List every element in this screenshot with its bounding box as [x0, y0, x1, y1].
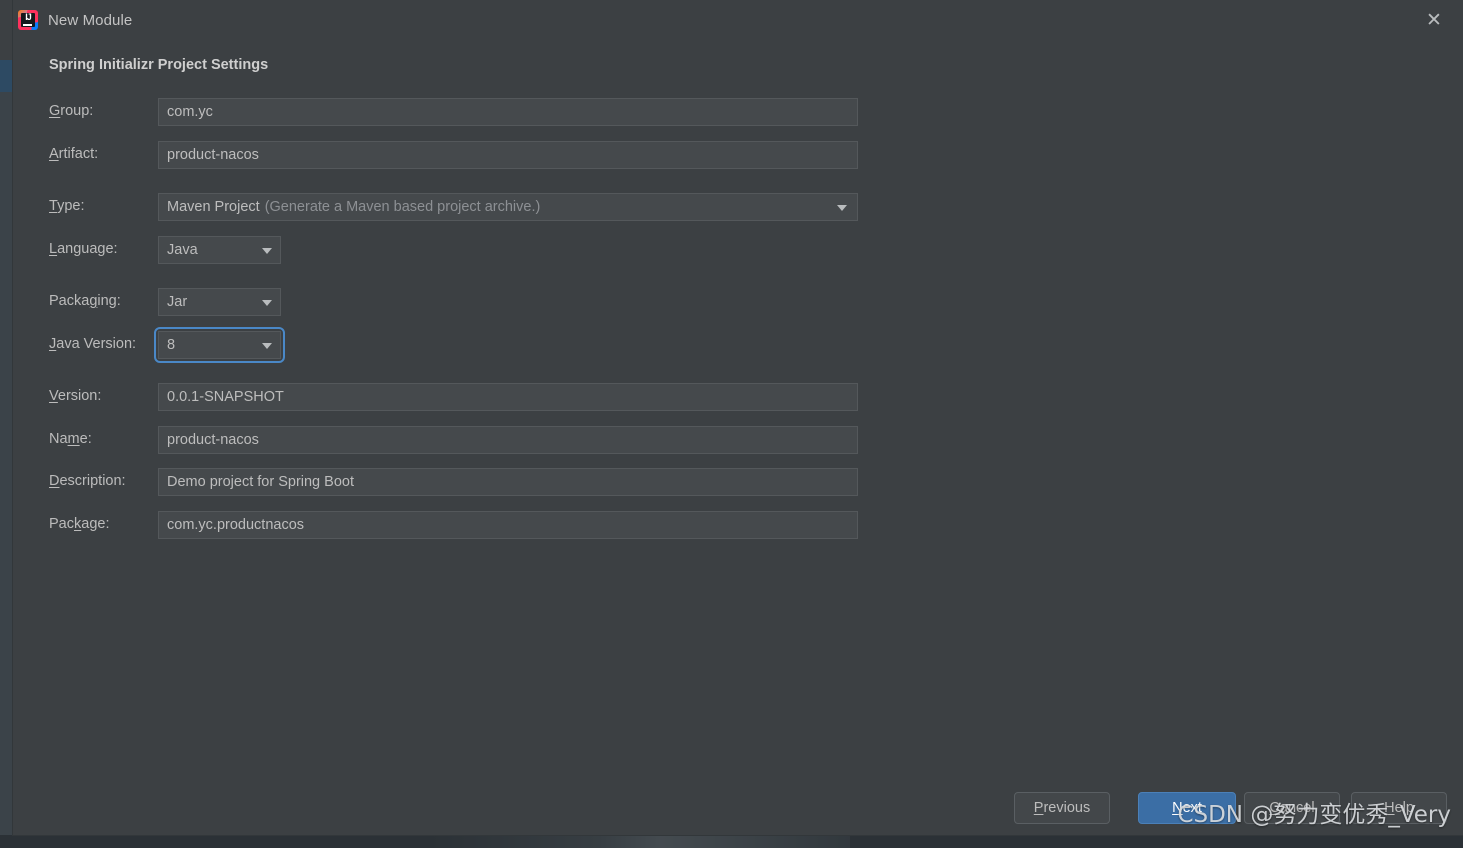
- field-label: Artifact:: [49, 146, 98, 162]
- combobox[interactable]: Maven Project (Generate a Maven based pro…: [158, 193, 858, 221]
- previous-button-label: Previous: [1034, 800, 1090, 816]
- label-mnemonic: G: [49, 103, 61, 119]
- field-value: 8: [167, 337, 176, 353]
- cancel-button[interactable]: Cancel: [1244, 792, 1340, 824]
- ide-left-strip-top: [0, 0, 13, 60]
- label-post: ype:: [57, 198, 85, 214]
- label-pre: Pac: [49, 516, 74, 532]
- label-post: rtifact:: [58, 146, 99, 162]
- combobox[interactable]: 8: [158, 331, 281, 359]
- label-mnemonic: D: [49, 473, 60, 489]
- text-input[interactable]: product-nacos: [158, 141, 858, 169]
- combobox[interactable]: Java: [158, 236, 281, 264]
- field-value: product-nacos: [167, 432, 259, 448]
- field-label: Java Version:: [49, 336, 136, 352]
- btn-post: ext: [1182, 800, 1202, 816]
- chevron-down-icon[interactable]: [262, 300, 272, 306]
- label-post: ava Version:: [56, 336, 137, 352]
- field-label: Package:: [49, 516, 109, 532]
- btn-post: ancel: [1279, 800, 1315, 816]
- text-input[interactable]: com.yc: [158, 98, 858, 126]
- label-mnemonic: L: [49, 241, 58, 257]
- field-label: Packaging:: [49, 293, 121, 309]
- field-value: 0.0.1-SNAPSHOT: [167, 389, 284, 405]
- field-value: com.yc: [167, 104, 213, 120]
- combobox[interactable]: Jar: [158, 288, 281, 316]
- field-label: Language:: [49, 241, 118, 257]
- btn-mnemonic: C: [1269, 800, 1280, 816]
- label-post: ing:: [97, 293, 121, 309]
- label-mnemonic: m: [67, 431, 80, 447]
- label-post: escription:: [59, 473, 126, 489]
- field-hint: (Generate a Maven based project archive.…: [264, 199, 541, 215]
- field-label: Name:: [49, 431, 92, 447]
- btn-post: elp: [1394, 800, 1414, 816]
- label-mnemonic: T: [49, 198, 58, 214]
- chevron-down-icon[interactable]: [837, 205, 847, 211]
- ide-bottom-blur: [430, 835, 850, 848]
- field-value: Maven Project: [167, 199, 260, 215]
- field-label: Version:: [49, 388, 101, 404]
- label-post: anguage:: [57, 241, 118, 257]
- btn-mnemonic: N: [1172, 800, 1183, 816]
- text-input[interactable]: 0.0.1-SNAPSHOT: [158, 383, 858, 411]
- label-post: roup:: [60, 103, 94, 119]
- chevron-down-icon[interactable]: [262, 248, 272, 254]
- help-button[interactable]: Help: [1351, 792, 1447, 824]
- help-button-label: Help: [1384, 800, 1414, 816]
- btn-post: revious: [1043, 800, 1091, 816]
- label-mnemonic: A: [49, 146, 59, 162]
- label-post: e:: [79, 431, 92, 447]
- cancel-button-label: Cancel: [1269, 800, 1314, 816]
- text-input[interactable]: com.yc.productnacos: [158, 511, 858, 539]
- field-value: product-nacos: [167, 147, 259, 163]
- field-value: Jar: [167, 294, 188, 310]
- field-value: com.yc.productnacos: [167, 517, 305, 533]
- text-input[interactable]: product-nacos: [158, 426, 858, 454]
- dialog-button-bar: Previous Next Cancel Help: [13, 780, 1463, 835]
- next-button-label: Next: [1172, 800, 1202, 816]
- label-pre: Na: [49, 431, 68, 447]
- label-post: ersion:: [57, 388, 102, 404]
- field-label: Group:: [49, 103, 93, 119]
- field-value: Java: [167, 242, 198, 258]
- label-pre: Packa: [49, 293, 90, 309]
- field-label: Description:: [49, 473, 126, 489]
- new-module-dialog: IJ New Module ✕ Spring Initializr Projec…: [13, 0, 1463, 835]
- label-post: age:: [81, 516, 110, 532]
- next-button[interactable]: Next: [1138, 792, 1236, 824]
- previous-button[interactable]: Previous: [1014, 792, 1110, 824]
- field-label: Type:: [49, 198, 84, 214]
- ide-left-strip-rest: [0, 92, 13, 848]
- text-input[interactable]: Demo project for Spring Boot: [158, 468, 858, 496]
- btn-mnemonic: H: [1384, 800, 1395, 816]
- chevron-down-icon[interactable]: [262, 343, 272, 349]
- ide-left-strip-selected: [0, 60, 13, 92]
- btn-mnemonic: P: [1033, 800, 1044, 816]
- project-settings-form: Group: com.yc Artifact: product-nacos Type: M…: [13, 0, 1463, 835]
- field-value: Demo project for Spring Boot: [167, 474, 354, 490]
- label-mnemonic: V: [49, 388, 58, 404]
